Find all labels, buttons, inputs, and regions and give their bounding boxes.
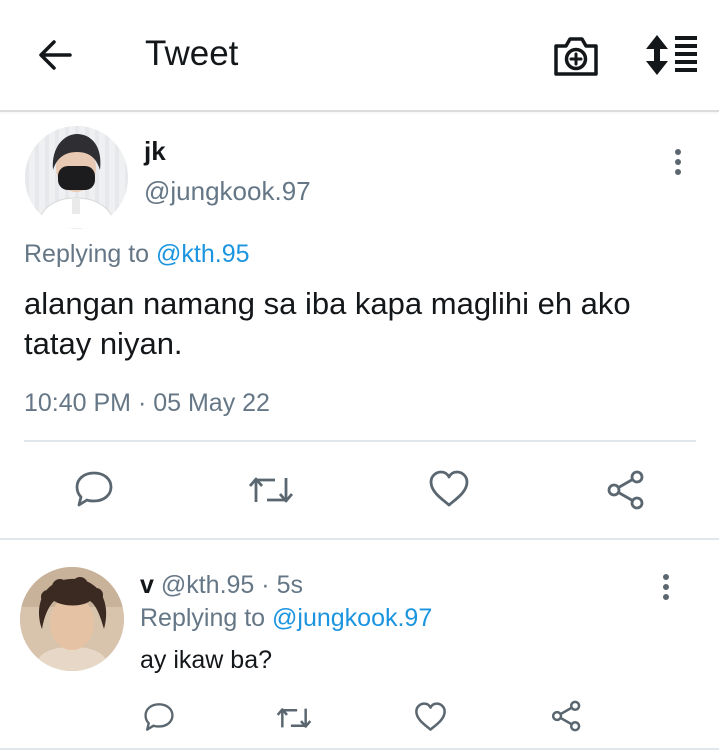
replying-prefix: Replying to bbox=[140, 604, 266, 632]
bottom-divider bbox=[0, 748, 719, 750]
retweet-icon bbox=[276, 708, 312, 728]
share-button[interactable] bbox=[550, 700, 583, 732]
more-options-button[interactable] bbox=[663, 145, 693, 185]
profile-photo-image bbox=[25, 126, 128, 229]
retweet-button[interactable] bbox=[275, 704, 313, 732]
screenshot-button[interactable] bbox=[552, 34, 600, 78]
divider bbox=[24, 440, 696, 442]
sort-button[interactable] bbox=[645, 34, 699, 76]
reply-separator: · bbox=[261, 571, 270, 599]
more-options-button[interactable] bbox=[651, 570, 681, 610]
author-name[interactable]: jk bbox=[144, 136, 166, 167]
replying-to: Replying to @kth.95 bbox=[24, 240, 250, 269]
retweet-icon bbox=[248, 477, 294, 503]
reply-replying-to: Replying to @jungkook.97 bbox=[140, 604, 432, 633]
avatar[interactable] bbox=[25, 126, 128, 229]
reply-age: 5s bbox=[276, 571, 303, 599]
page-title: Tweet bbox=[145, 34, 239, 73]
tweet-text: alangan namang sa iba kapa maglihi eh ak… bbox=[24, 286, 631, 361]
more-dot-icon bbox=[663, 574, 669, 580]
reply-author-line: v @kth.95 · 5s bbox=[140, 571, 303, 600]
profile-photo-image bbox=[20, 567, 124, 671]
avatar[interactable] bbox=[20, 567, 124, 671]
like-button[interactable] bbox=[414, 702, 447, 732]
arrow-left-icon bbox=[39, 40, 72, 70]
camera-plus-icon bbox=[554, 37, 598, 76]
back-button[interactable] bbox=[36, 35, 76, 75]
share-icon bbox=[607, 470, 644, 510]
reply-button[interactable] bbox=[143, 702, 175, 732]
share-button[interactable] bbox=[605, 470, 647, 510]
tweet-timestamp[interactable]: 10:40 PM · 05 May 22 bbox=[24, 389, 270, 418]
replying-handle-link[interactable]: @kth.95 bbox=[156, 240, 249, 268]
heart-icon bbox=[415, 702, 446, 731]
more-dot-icon bbox=[663, 584, 669, 590]
replying-prefix: Replying to bbox=[24, 240, 150, 268]
comment-icon bbox=[75, 471, 113, 507]
reply-text: ay ikaw ba? bbox=[140, 646, 273, 674]
reply-author-name[interactable]: v bbox=[140, 571, 154, 599]
more-dot-icon bbox=[663, 594, 669, 600]
comment-icon bbox=[144, 703, 174, 731]
retweet-button[interactable] bbox=[247, 472, 295, 508]
author-handle[interactable]: @jungkook.97 bbox=[144, 176, 311, 207]
more-dot-icon bbox=[675, 149, 681, 155]
more-dot-icon bbox=[675, 159, 681, 165]
heart-icon bbox=[429, 470, 469, 507]
section-divider bbox=[0, 538, 719, 540]
top-bar: Tweet bbox=[0, 0, 719, 112]
share-icon bbox=[551, 700, 581, 732]
more-dot-icon bbox=[675, 169, 681, 175]
like-button[interactable] bbox=[428, 470, 470, 508]
sort-list-icon bbox=[646, 35, 697, 75]
reply-author-handle[interactable]: @kth.95 bbox=[161, 571, 254, 599]
replying-handle-link[interactable]: @jungkook.97 bbox=[272, 604, 432, 632]
reply-button[interactable] bbox=[74, 470, 114, 508]
